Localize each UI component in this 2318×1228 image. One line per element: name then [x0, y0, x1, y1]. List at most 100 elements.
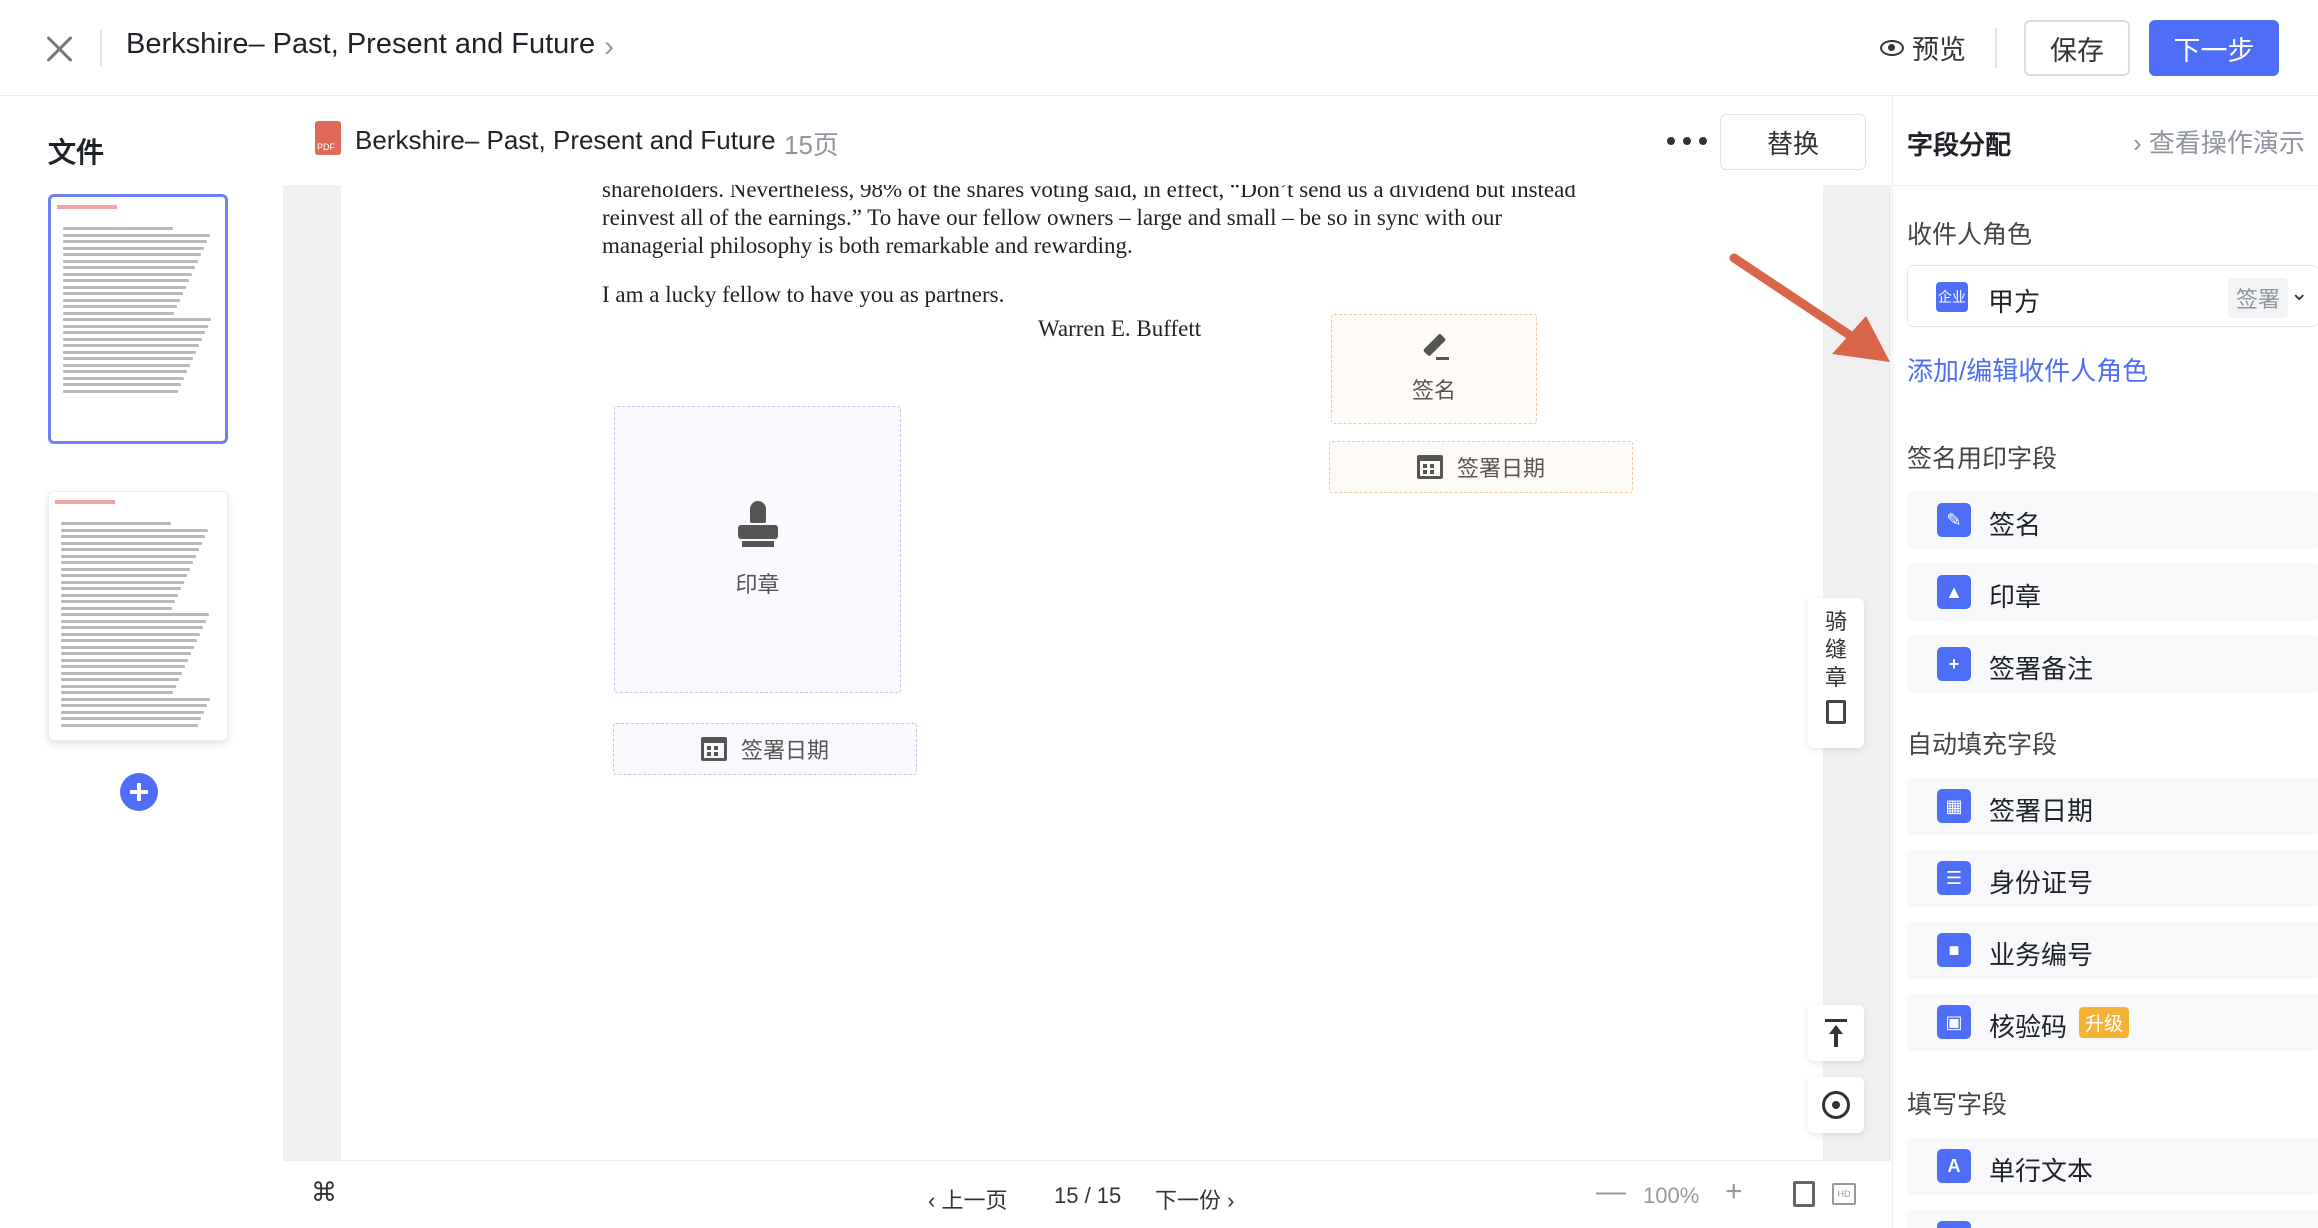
- thumb-text-line: [61, 541, 202, 545]
- thumb-text-line: [61, 652, 191, 655]
- chevron-right-icon[interactable]: ›: [604, 30, 614, 64]
- chevron-down-icon[interactable]: ⌄: [2290, 280, 2308, 306]
- thumb-text-line: [63, 285, 186, 289]
- thumb-text-line: [61, 567, 190, 571]
- sign-date-field[interactable]: 签署日期: [1329, 441, 1633, 493]
- seal-field[interactable]: 印章: [614, 406, 901, 693]
- thumb-text-line: [61, 522, 171, 525]
- file-sidebar: 文件: [0, 97, 282, 1228]
- thumb-text-line: [61, 684, 176, 688]
- thumb-text-line: [63, 344, 199, 347]
- more-options-icon[interactable]: [1663, 125, 1713, 155]
- field-item-label: 单行文本: [1989, 1156, 2094, 1186]
- doc-text-line: shareholders. Nevertheless, 98% of the s…: [602, 185, 1576, 202]
- divider: [1893, 185, 2318, 186]
- prev-page-label: 上一页: [941, 1188, 1008, 1213]
- signature-name: Warren E. Buffett: [1038, 316, 1202, 341]
- page-thumbnail-2[interactable]: [48, 491, 228, 741]
- section-title: 签名用印字段: [1907, 445, 2058, 473]
- page-indicator: 15 / 15: [1054, 1183, 1122, 1208]
- thumb-text-line: [61, 704, 207, 707]
- field-item-seal[interactable]: ▲ 印章: [1907, 563, 2318, 621]
- annotation-arrow: [1729, 253, 1890, 362]
- sign-date-field[interactable]: 签署日期: [613, 723, 917, 775]
- next-doc-label: 下一份: [1155, 1188, 1222, 1213]
- panel-title: 字段分配: [1907, 130, 2012, 160]
- field-item-sign-note[interactable]: + 签署备注: [1907, 635, 2318, 693]
- field-item-business-number[interactable]: ■ 业务编号: [1907, 921, 2318, 979]
- thumb-text-line: [63, 389, 178, 393]
- thumb-text-line: [61, 535, 205, 538]
- thumb-text-line: [63, 272, 192, 276]
- field-label: 签署日期: [1456, 456, 1545, 481]
- thumb-watermark: [57, 205, 117, 209]
- zoom-in-icon[interactable]: +: [1725, 1175, 1743, 1209]
- thumb-text-line: [63, 350, 196, 354]
- calendar-icon: [1416, 455, 1443, 479]
- field-item-verification-code[interactable]: ▣ 核验码 升级: [1907, 993, 2318, 1051]
- thumb-text-line: [61, 561, 193, 564]
- pdf-page[interactable]: shareholders. Nevertheless, 98% of the s…: [341, 185, 1823, 1160]
- doc-text-line: I am a lucky fellow to have you as partn…: [602, 282, 1005, 307]
- add-file-icon[interactable]: [120, 773, 158, 811]
- prev-page-button[interactable]: ‹ 上一页: [928, 1183, 1007, 1215]
- thumb-text-line: [63, 259, 198, 263]
- thumb-text-line: [61, 658, 188, 662]
- page-thumbnail-1[interactable]: [48, 194, 228, 444]
- zoom-out-icon[interactable]: —: [1596, 1175, 1626, 1209]
- calendar-icon: ▦: [1937, 789, 1971, 823]
- role-action-badge: 签署: [2228, 278, 2289, 318]
- replace-button[interactable]: 替换: [1720, 114, 1866, 170]
- back-to-top-button[interactable]: [1808, 1005, 1864, 1061]
- riding-seal-icon: [1826, 700, 1846, 724]
- thumb-text-line: [61, 710, 204, 714]
- fit-page-icon[interactable]: [1793, 1181, 1815, 1207]
- thumb-text-line: [61, 580, 184, 584]
- page-count: 15页: [784, 130, 839, 160]
- hd-icon[interactable]: HD: [1832, 1183, 1856, 1205]
- qr-code-icon: ▣: [1937, 1005, 1971, 1039]
- thumb-text-line: [61, 548, 199, 551]
- close-icon[interactable]: [40, 30, 78, 68]
- section-title: 自动填充字段: [1907, 731, 2058, 759]
- field-item-label: 签名: [1989, 510, 2042, 540]
- doc-text-line: managerial philosophy is both remarkable…: [602, 233, 1133, 258]
- add-note-icon: +: [1937, 647, 1971, 681]
- field-item-id-number[interactable]: ☰ 身份证号: [1907, 849, 2318, 907]
- add-edit-role-link[interactable]: 添加/编辑收件人角色: [1907, 351, 2148, 388]
- signature-field[interactable]: 签名: [1331, 314, 1537, 424]
- field-item-signature[interactable]: ✎ 签名: [1907, 491, 2318, 549]
- field-icon: [1937, 1221, 1971, 1228]
- shortcut-icon[interactable]: ⌘: [311, 1177, 337, 1208]
- thumb-text-line: [63, 363, 190, 367]
- field-item-more[interactable]: [1907, 1209, 2318, 1228]
- thumb-text-line: [61, 619, 206, 623]
- thumb-text-line: [61, 613, 209, 616]
- thumb-text-line: [63, 331, 205, 334]
- field-item-sign-date[interactable]: ▦ 签署日期: [1907, 777, 2318, 835]
- text-field-icon: A: [1937, 1149, 1971, 1183]
- thumb-text-line: [61, 528, 208, 532]
- next-doc-button[interactable]: 下一份 ›: [1155, 1183, 1234, 1215]
- field-label: 签名: [1411, 378, 1456, 403]
- thumb-text-line: [61, 697, 210, 701]
- document-header: PDF Berkshire– Past, Present and Future …: [283, 97, 1891, 185]
- locate-button[interactable]: [1808, 1077, 1864, 1133]
- thumb-text-line: [63, 292, 183, 295]
- field-item-single-line-text[interactable]: A 单行文本: [1907, 1137, 2318, 1195]
- field-item-label: 印章: [1989, 582, 2042, 612]
- view-demo-link[interactable]: › 查看操作演示: [2133, 123, 2305, 160]
- recipient-role-select[interactable]: 企业 甲方 签署 ⌄: [1907, 265, 2318, 327]
- next-step-button[interactable]: 下一步: [2149, 20, 2279, 76]
- save-button[interactable]: 保存: [2024, 20, 2130, 76]
- upgrade-badge[interactable]: 升级: [2079, 1007, 2130, 1038]
- thumb-text-line: [63, 370, 187, 373]
- preview-button[interactable]: 预览: [1880, 28, 1966, 67]
- riding-seal-label: 骑缝章: [1824, 609, 1847, 690]
- thumb-text-line: [63, 337, 202, 341]
- thumb-text-line: [61, 600, 175, 603]
- riding-seal-button[interactable]: 骑缝章: [1808, 598, 1864, 748]
- thumb-text-line: [63, 305, 177, 308]
- thumb-text-line: [61, 671, 182, 675]
- field-item-label: 业务编号: [1989, 940, 2094, 970]
